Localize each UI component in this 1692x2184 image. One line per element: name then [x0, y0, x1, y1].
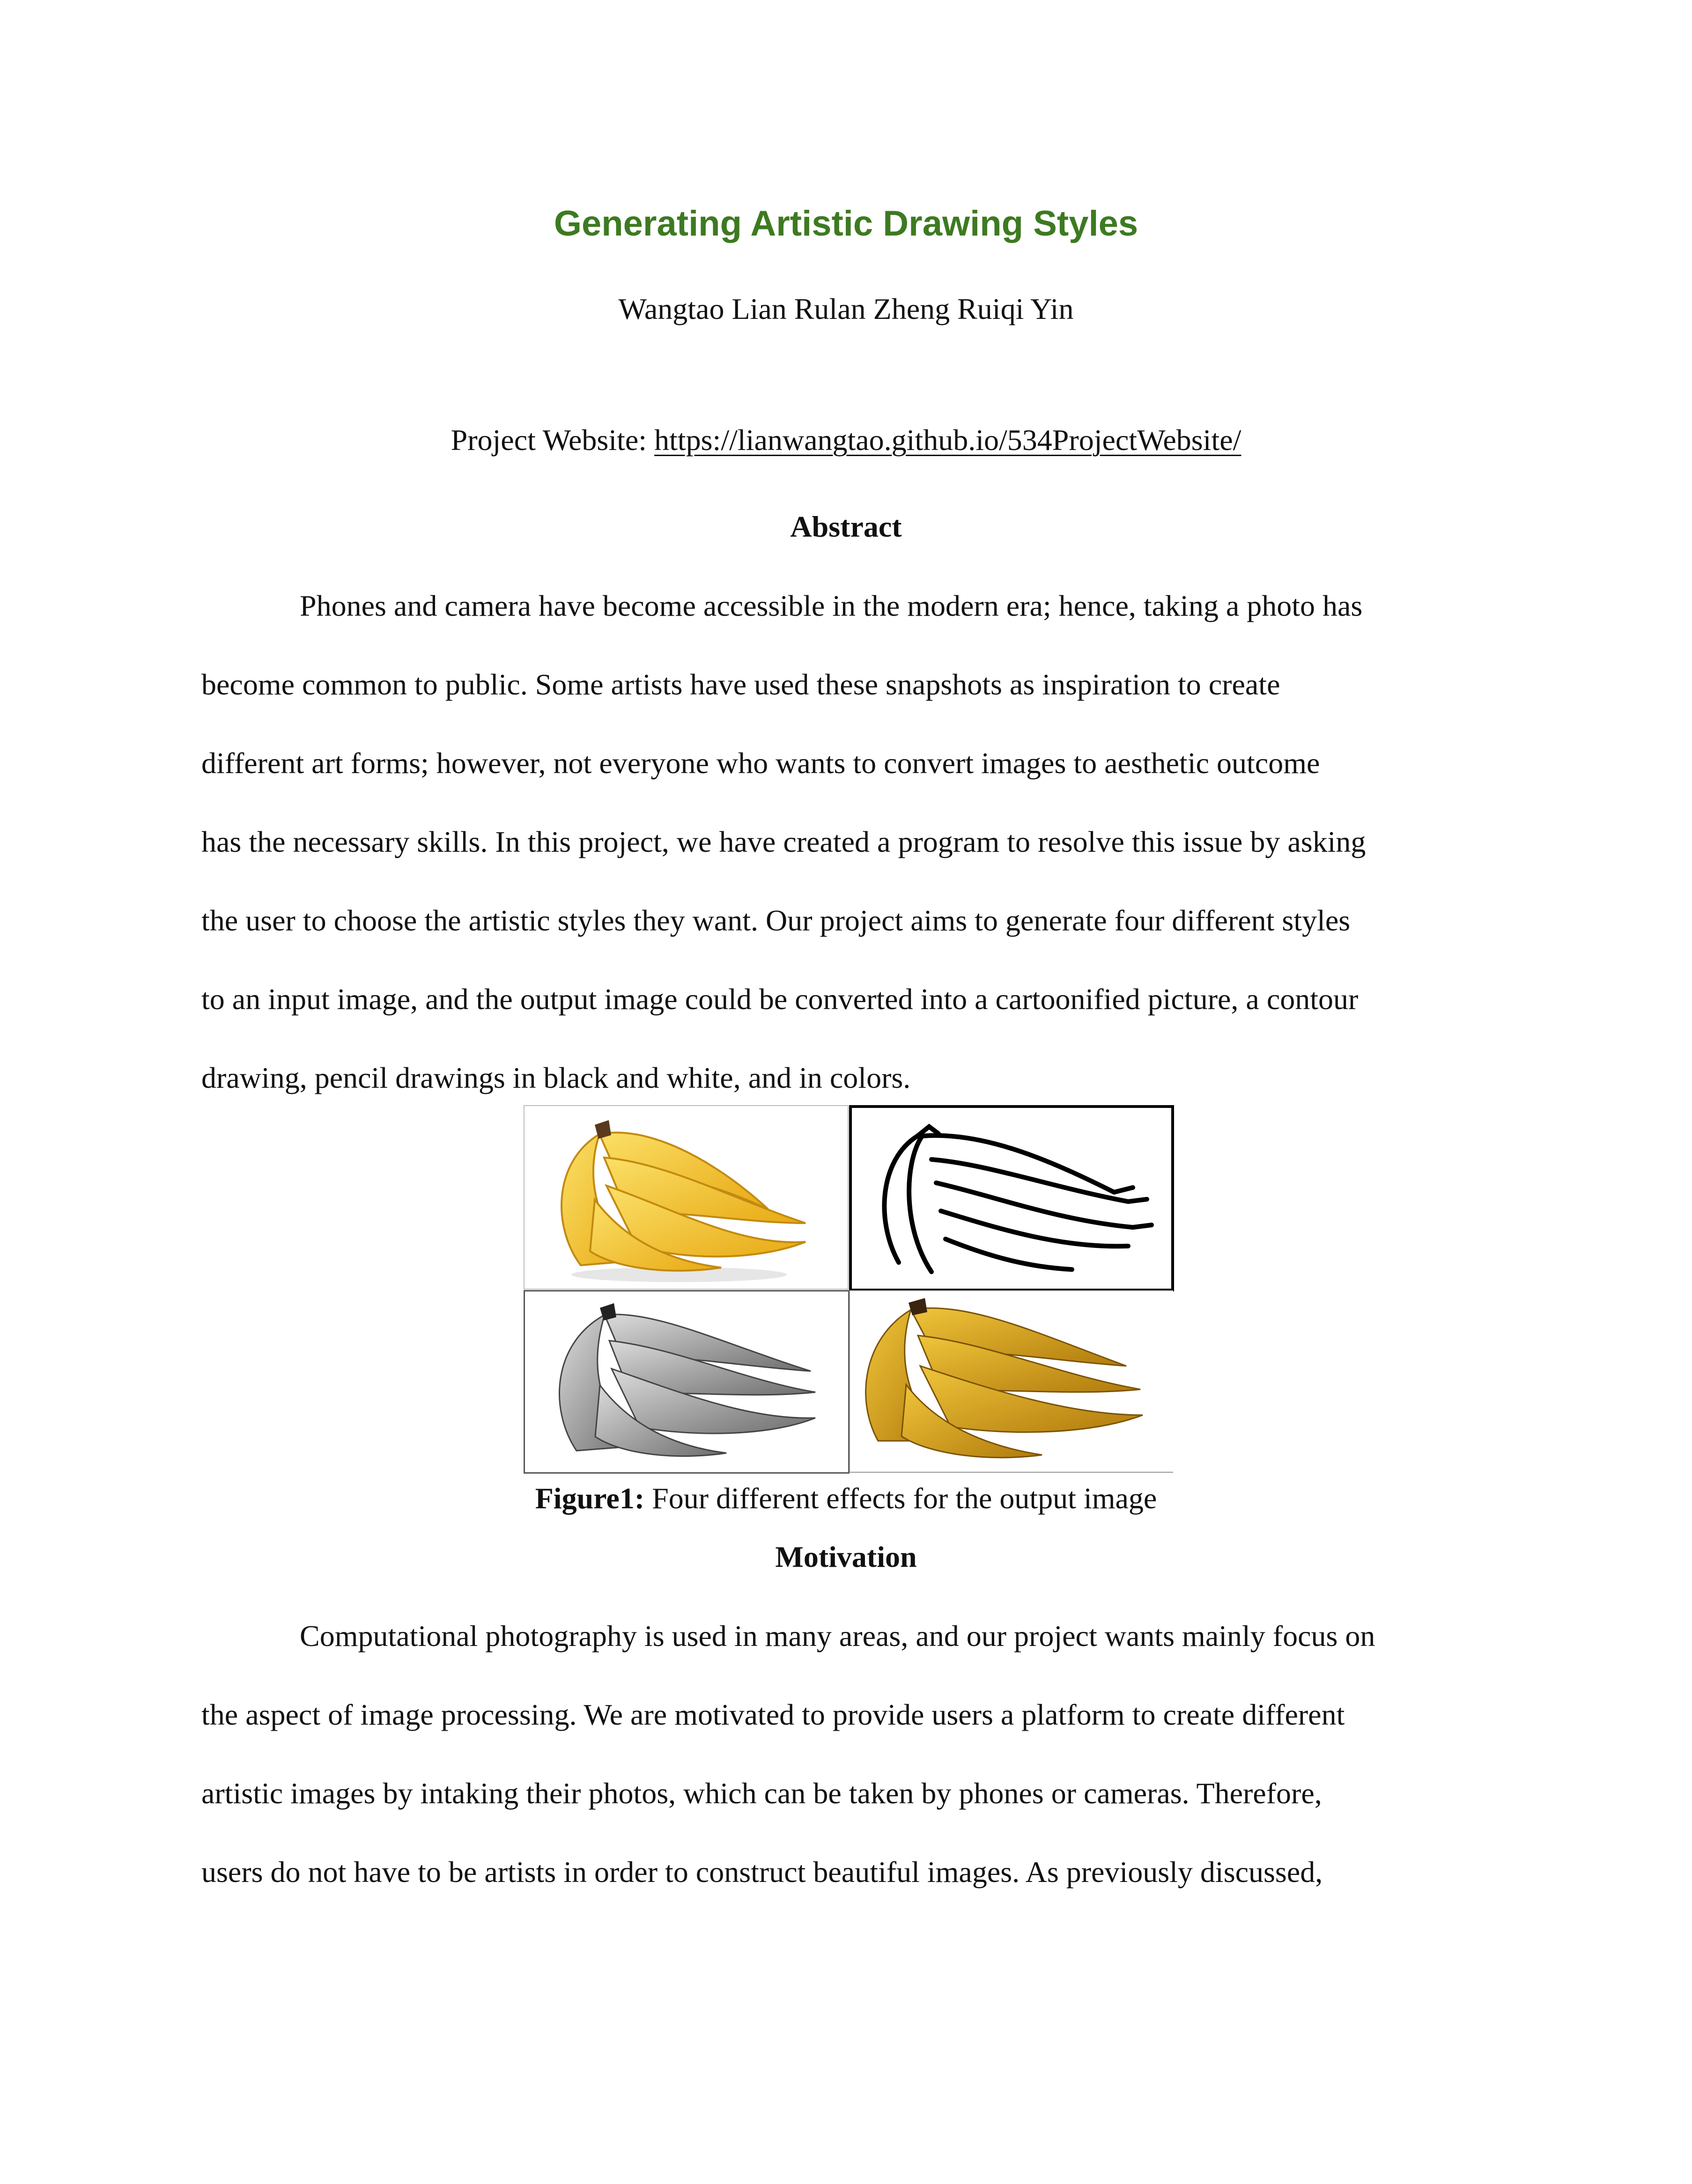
motivation-line: artistic images by intaking their photos…	[201, 1777, 1322, 1810]
project-website-label: Project Website:	[451, 423, 655, 457]
project-website-line: Project Website: https://lianwangtao.git…	[0, 419, 1692, 461]
figure-banana-effects	[524, 1105, 1174, 1474]
motivation-line: the aspect of image processing. We are m…	[201, 1698, 1345, 1731]
abstract-line: become common to public. Some artists ha…	[201, 668, 1280, 701]
banana-cartoon-panel	[524, 1105, 849, 1290]
motivation-heading: Motivation	[775, 1540, 917, 1573]
banana-contour-panel	[849, 1105, 1174, 1291]
motivation-line: users do not have to be artists in order…	[201, 1855, 1323, 1889]
author-list: Wangtao Lian Rulan Zheng Ruiqi Yin	[618, 292, 1074, 325]
abstract-line: Phones and camera have become accessible…	[300, 589, 1363, 622]
abstract-heading: Abstract	[790, 510, 902, 543]
figure-caption: Figure1: Four different effects for the …	[0, 1477, 1692, 1520]
abstract-line: different art forms; however, not everyo…	[201, 746, 1320, 780]
motivation-paragraph: Computational photography is used in man…	[201, 1597, 1494, 1911]
motivation-line: Computational photography is used in man…	[300, 1619, 1375, 1653]
abstract-line: has the necessary skills. In this projec…	[201, 825, 1366, 858]
abstract-line: to an input image, and the output image …	[201, 982, 1359, 1016]
abstract-line: the user to choose the artistic styles t…	[201, 904, 1351, 937]
banana-pencil-color-panel	[849, 1290, 1173, 1473]
banana-pencil-bw-panel	[524, 1290, 850, 1474]
figure-caption-text: Four different effects for the output im…	[644, 1482, 1157, 1515]
figure-label: Figure1:	[535, 1482, 645, 1515]
abstract-paragraph: Phones and camera have become accessible…	[201, 567, 1494, 1117]
paper-title: Generating Artistic Drawing Styles	[554, 204, 1138, 243]
project-website-link[interactable]: https://lianwangtao.github.io/534Project…	[654, 423, 1241, 457]
